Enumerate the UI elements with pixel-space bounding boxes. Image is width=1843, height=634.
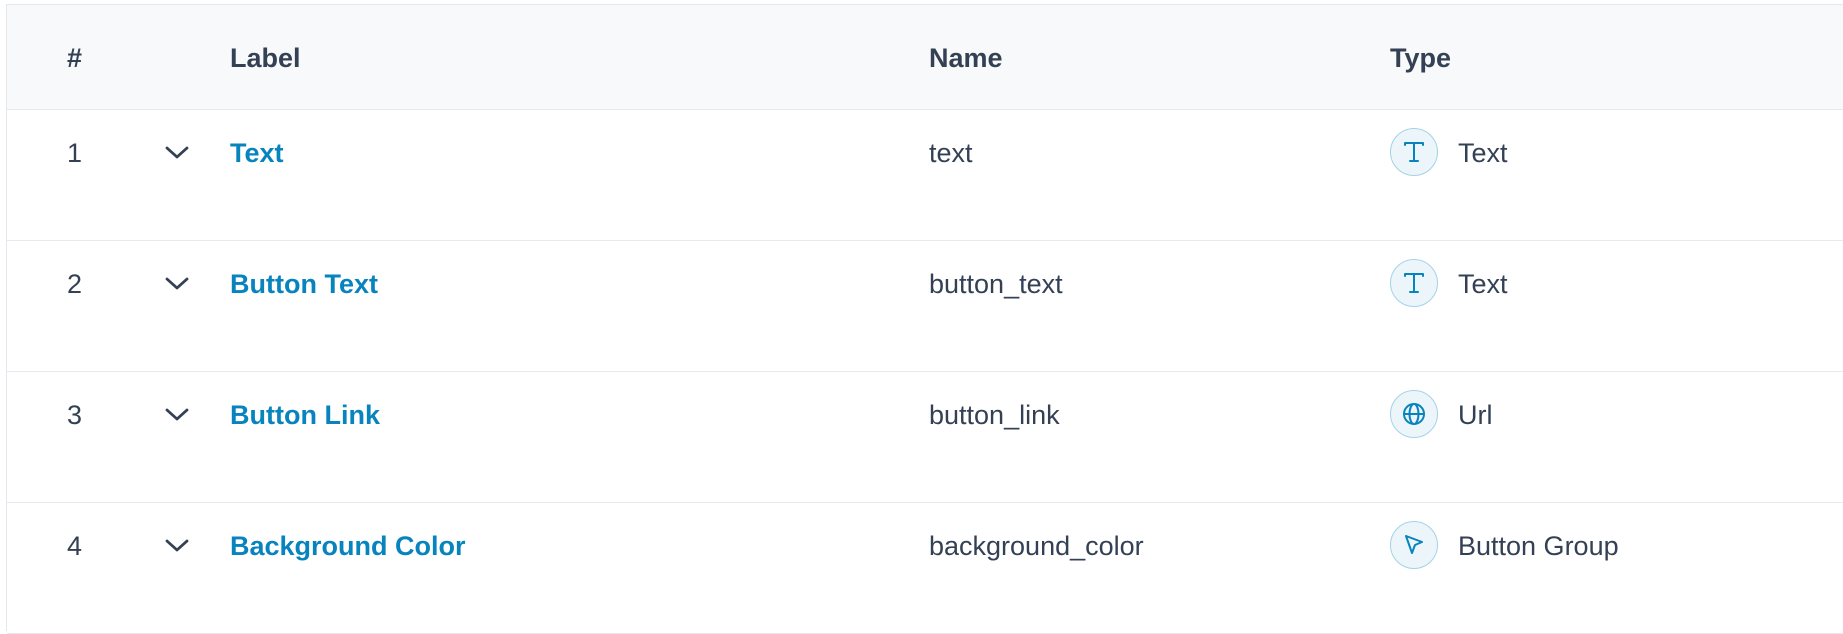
field-label-link[interactable]: Background Color — [230, 503, 466, 589]
field-name: button_text — [929, 269, 1063, 299]
field-type: Text — [1458, 269, 1508, 299]
row-order: 2 — [67, 269, 83, 299]
field-name: background_color — [929, 531, 1144, 561]
field-label-link[interactable]: Text — [230, 110, 284, 196]
table-row[interactable]: 1 Text text Text — [7, 110, 1843, 241]
header-name: Name — [929, 43, 1003, 73]
row-order: 3 — [67, 400, 83, 430]
table-row[interactable]: 3 Button Link button_link Url — [7, 372, 1843, 503]
row-order: 1 — [67, 138, 83, 168]
field-label-link[interactable]: Button Link — [230, 372, 380, 458]
field-type: Url — [1458, 400, 1493, 430]
chevron-down-icon[interactable] — [163, 401, 191, 429]
table-row[interactable]: 2 Button Text button_text Text — [7, 241, 1843, 372]
field-name: button_link — [929, 400, 1060, 430]
table-header: # Label Name Type — [7, 5, 1843, 110]
text-type-icon — [1390, 259, 1438, 307]
header-order: # — [67, 43, 83, 73]
table-row[interactable]: 4 Background Color background_color Butt… — [7, 503, 1843, 634]
chevron-down-icon[interactable] — [163, 270, 191, 298]
chevron-down-icon[interactable] — [163, 532, 191, 560]
globe-icon — [1390, 390, 1438, 438]
cursor-pointer-icon — [1390, 521, 1438, 569]
field-label-link[interactable]: Button Text — [230, 241, 378, 327]
row-order: 4 — [67, 531, 83, 561]
field-type: Text — [1458, 138, 1508, 168]
fields-table: # Label Name Type 1 Text text Text 2 But… — [6, 4, 1843, 634]
field-type: Button Group — [1458, 531, 1619, 561]
chevron-down-icon[interactable] — [163, 139, 191, 167]
field-name: text — [929, 138, 973, 168]
header-label: Label — [230, 43, 301, 73]
text-type-icon — [1390, 128, 1438, 176]
header-type: Type — [1390, 43, 1452, 73]
